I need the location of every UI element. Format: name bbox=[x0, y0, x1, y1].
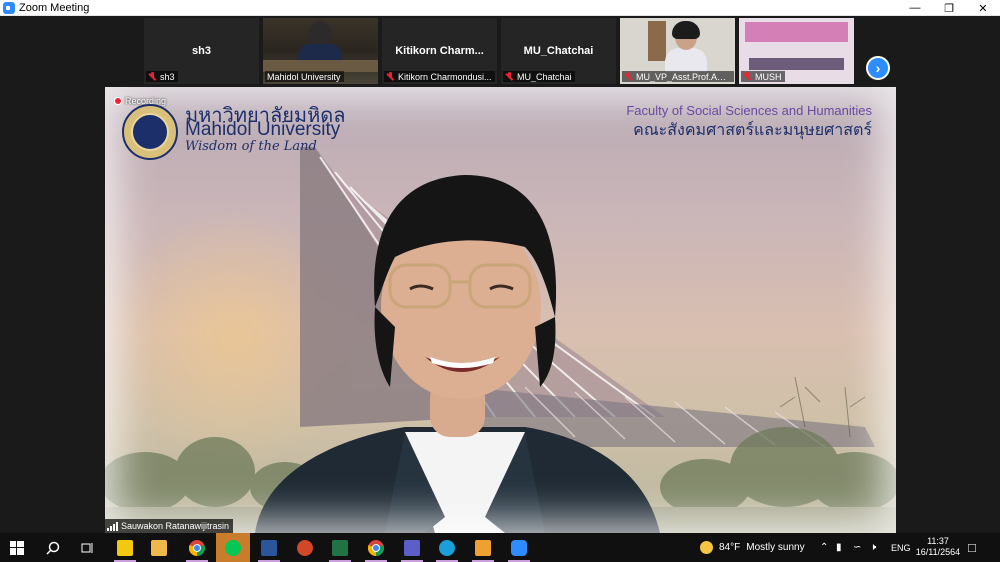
window-title-bar: Zoom Meeting — ❐ ✕ bbox=[0, 0, 1000, 16]
participant-label: sh3 bbox=[146, 71, 178, 82]
speaker-name-tag: Sauwakon Ratanawijitrasin bbox=[105, 519, 234, 533]
zoom-app-icon bbox=[3, 1, 15, 14]
participant-display-name: MU_Chatchai bbox=[523, 45, 594, 57]
participant-tile[interactable]: MU_Chatchai MU_Chatchai bbox=[501, 18, 616, 84]
weather-sun-icon bbox=[700, 541, 713, 554]
muted-mic-icon bbox=[743, 72, 752, 81]
search-icon[interactable] bbox=[36, 533, 70, 562]
close-icon[interactable]: ✕ bbox=[966, 0, 1000, 16]
faculty-name-english: Faculty of Social Sciences and Humanitie… bbox=[626, 103, 872, 118]
sticky-notes-icon[interactable] bbox=[108, 533, 142, 562]
chevron-right-icon[interactable]: › bbox=[866, 56, 890, 80]
window-title: Zoom Meeting bbox=[19, 1, 90, 14]
notification-icon[interactable]: □ bbox=[968, 533, 976, 562]
weather-widget[interactable]: 84°F Mostly sunny bbox=[700, 533, 805, 562]
line-icon[interactable] bbox=[216, 533, 250, 562]
clock-time: 11:37 bbox=[927, 536, 949, 546]
muted-mic-icon bbox=[386, 72, 395, 81]
chrome-profile-icon[interactable] bbox=[359, 533, 393, 562]
university-motto: Wisdom of the Land bbox=[185, 139, 317, 154]
university-name-english: Mahidol University bbox=[185, 119, 341, 140]
speaker-name: Sauwakon Ratanawijitrasin bbox=[121, 521, 230, 531]
muted-mic-icon bbox=[148, 72, 157, 81]
recording-dot-icon bbox=[114, 97, 122, 105]
participant-label: MUSH bbox=[741, 71, 785, 82]
participant-name: Mahidol University bbox=[267, 71, 341, 82]
windows-taskbar: 84°F Mostly sunny ⌃ ▮ ∽ 🕨 ENG 11:37 16/1… bbox=[0, 533, 1000, 562]
chrome-icon[interactable] bbox=[180, 533, 214, 562]
edge-icon[interactable] bbox=[430, 533, 464, 562]
participant-name: MU_VP_Asst.Prof.Aue... bbox=[636, 71, 731, 82]
mahidol-seal-logo bbox=[122, 104, 178, 160]
excel-icon[interactable] bbox=[323, 533, 357, 562]
powerpoint-icon[interactable] bbox=[288, 533, 322, 562]
word-icon[interactable] bbox=[252, 533, 286, 562]
muted-mic-icon bbox=[505, 72, 514, 81]
participant-name: MUSH bbox=[755, 71, 782, 82]
participant-name: Kitikorn Charmondusi... bbox=[398, 71, 492, 82]
system-clock[interactable]: 11:37 16/11/2564 bbox=[912, 536, 964, 558]
notes-app-icon[interactable] bbox=[466, 533, 500, 562]
participant-gallery: sh3 sh3 Mahidol University Kitikorn Char… bbox=[0, 16, 1000, 86]
active-speaker-video[interactable]: Recording มหาวิทยาลัยมหิดล Mahidol Unive… bbox=[105, 87, 896, 533]
zoom-icon[interactable] bbox=[502, 533, 536, 562]
participant-display-name: Kitikorn Charm... bbox=[395, 45, 484, 57]
weather-temp: 84°F bbox=[719, 542, 741, 553]
chevron-up-icon[interactable]: ⌃ bbox=[820, 533, 828, 562]
participant-tile[interactable]: MUSH bbox=[739, 18, 854, 84]
participant-label: Mahidol University bbox=[265, 71, 344, 82]
task-view-icon[interactable] bbox=[70, 533, 104, 562]
participant-tile[interactable]: MU_VP_Asst.Prof.Aue... bbox=[620, 18, 735, 84]
participant-name: sh3 bbox=[160, 71, 175, 82]
windows-start-icon[interactable] bbox=[0, 533, 34, 562]
wifi-icon[interactable]: ∽ bbox=[853, 533, 861, 562]
participant-tile[interactable]: Kitikorn Charm... Kitikorn Charmondusi..… bbox=[382, 18, 497, 84]
participant-name: MU_Chatchai bbox=[517, 71, 572, 82]
speaker-icon[interactable]: 🕨 bbox=[870, 533, 876, 562]
signal-strength-icon bbox=[107, 521, 118, 531]
minimize-icon[interactable]: — bbox=[898, 0, 932, 16]
teams-icon[interactable] bbox=[395, 533, 429, 562]
participant-label: Kitikorn Charmondusi... bbox=[384, 71, 495, 82]
file-explorer-icon[interactable] bbox=[142, 533, 176, 562]
restore-icon[interactable]: ❐ bbox=[932, 0, 966, 16]
weather-text: Mostly sunny bbox=[746, 542, 805, 553]
participant-label: MU_Chatchai bbox=[503, 71, 575, 82]
participant-label: MU_VP_Asst.Prof.Aue... bbox=[622, 71, 734, 82]
language-indicator[interactable]: ENG bbox=[891, 533, 911, 562]
faculty-name-thai: คณะสังคมศาสตร์และมนุษยศาสตร์ bbox=[633, 120, 872, 139]
battery-icon[interactable]: ▮ bbox=[836, 533, 842, 562]
muted-mic-icon bbox=[624, 72, 633, 81]
clock-date: 16/11/2564 bbox=[915, 547, 961, 557]
participant-tile[interactable]: Mahidol University bbox=[263, 18, 378, 84]
participant-display-name: sh3 bbox=[192, 45, 211, 57]
participant-tile[interactable]: sh3 sh3 bbox=[144, 18, 259, 84]
